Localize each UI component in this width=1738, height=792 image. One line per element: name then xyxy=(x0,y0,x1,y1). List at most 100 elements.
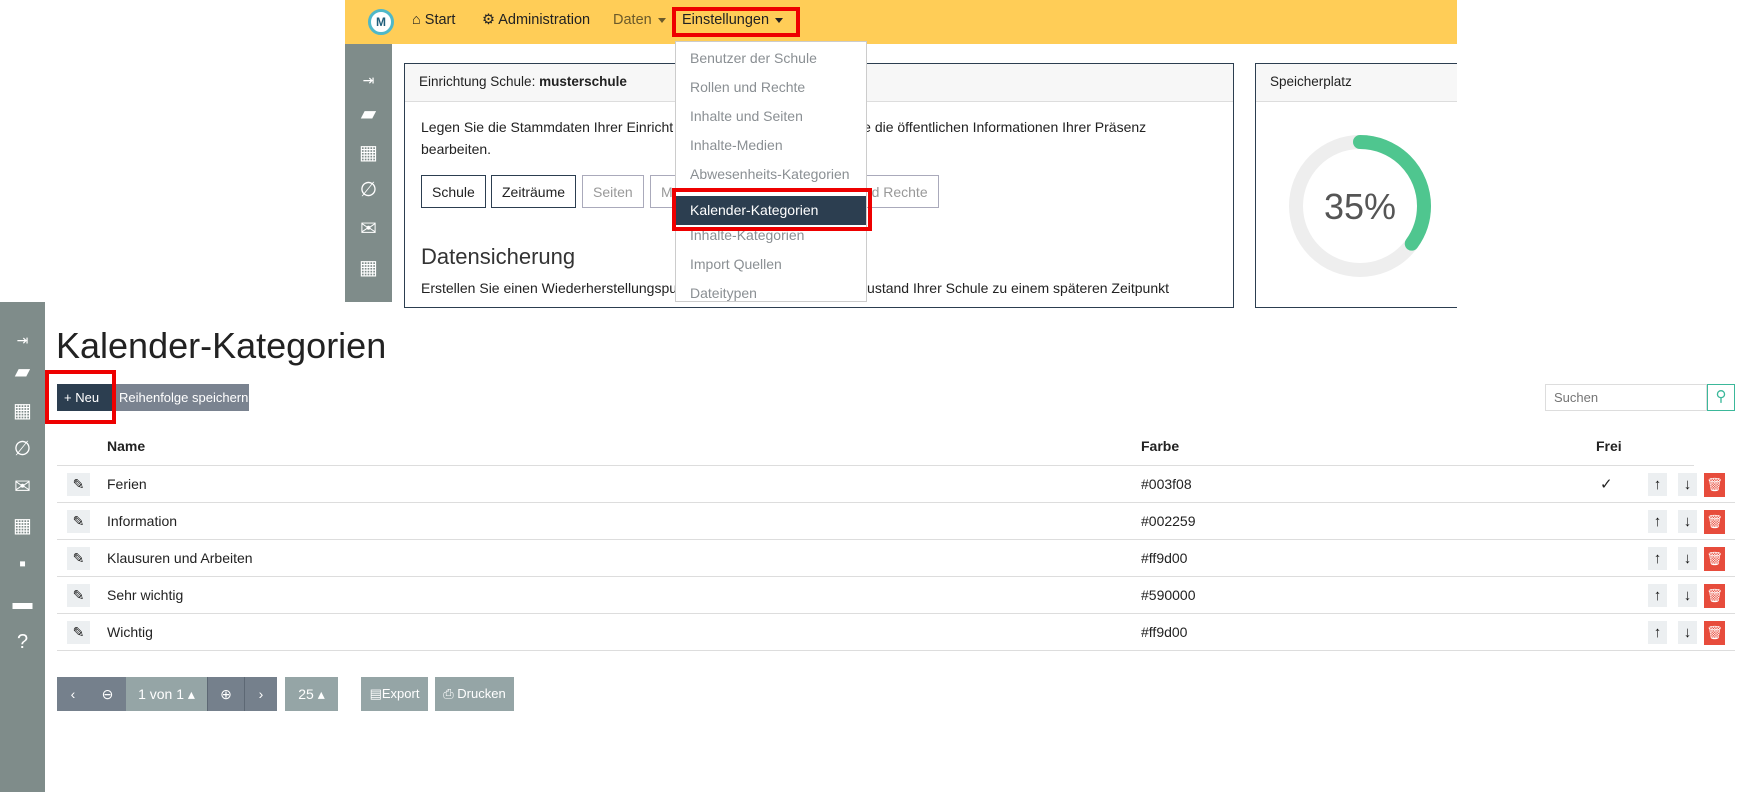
edit-button[interactable]: ✎ xyxy=(67,547,90,570)
pencil-icon: ✎ xyxy=(72,550,85,566)
gear-icon: ⚙ xyxy=(482,12,495,28)
trash-icon: 🗑 xyxy=(1706,625,1723,640)
teacher-icon[interactable]: ▪ xyxy=(0,552,45,576)
page-title: Kalender-Kategorien xyxy=(56,325,387,366)
chevron-left-icon: ‹ xyxy=(70,686,76,702)
nav-einstellungen[interactable]: Einstellungen xyxy=(682,12,784,28)
move-down-button[interactable]: ↓ xyxy=(1678,547,1697,570)
sign-out-icon[interactable]: ⇥ xyxy=(0,328,45,352)
move-down-button[interactable]: ↓ xyxy=(1678,584,1697,607)
dropdown-item[interactable]: Rollen und Rechte xyxy=(676,73,866,102)
teacher-icon[interactable]: ▪ xyxy=(345,294,392,302)
table-row: ✎ Ferien #003f08 ✓ ↑ ↓ 🗑 xyxy=(57,466,1735,503)
edit-button[interactable]: ✎ xyxy=(67,510,90,533)
storage-percent: 35% xyxy=(1324,186,1396,227)
calendar-icon[interactable]: ▦ xyxy=(345,141,392,165)
edit-button[interactable]: ✎ xyxy=(67,621,90,644)
calendar-icon[interactable]: ▦ xyxy=(0,399,45,423)
backup-right: ustand Ihrer Schule zu einem späteren Ze… xyxy=(867,280,1169,296)
person-question-icon[interactable]: ? xyxy=(0,630,45,654)
search-button[interactable]: ⚲ xyxy=(1707,384,1735,411)
column-header-name[interactable]: Name xyxy=(107,438,145,454)
export-button[interactable]: ▤Export xyxy=(361,677,428,711)
tab-seiten[interactable]: Seiten xyxy=(582,175,644,208)
cell-name: Ferien xyxy=(107,476,147,492)
table-row: ✎ Information #002259 ↑ ↓ 🗑 xyxy=(57,503,1735,540)
cell-farbe: #ff9d00 xyxy=(1141,550,1188,566)
tab-zeitraeume[interactable]: Zeiträume xyxy=(491,175,577,208)
column-header-farbe[interactable]: Farbe xyxy=(1141,438,1179,454)
print-icon: ⎙ xyxy=(443,686,454,701)
next-page-button[interactable]: ⊕ xyxy=(207,677,244,711)
move-up-button[interactable]: ↑ xyxy=(1648,621,1667,644)
save-order-button[interactable]: Reihenfolge speichern xyxy=(112,384,249,411)
tab-schule[interactable]: Schule xyxy=(421,175,486,208)
dropdown-item[interactable]: Inhalte-Medien xyxy=(676,131,866,160)
first-page-button[interactable]: ‹ xyxy=(57,677,89,711)
nav-daten[interactable]: Daten xyxy=(613,12,666,28)
arrow-down-icon: ↓ xyxy=(1683,513,1692,530)
envelope-icon[interactable]: ✉ xyxy=(345,217,392,241)
delete-button[interactable]: 🗑 xyxy=(1704,547,1725,571)
edit-button[interactable]: ✎ xyxy=(67,584,90,607)
print-label: Drucken xyxy=(457,686,506,701)
cell-name: Information xyxy=(107,513,178,529)
delete-button[interactable]: 🗑 xyxy=(1704,473,1725,497)
pencil-icon: ✎ xyxy=(72,624,85,640)
search-input[interactable] xyxy=(1545,384,1707,411)
dropdown-item[interactable]: Benutzer der Schule xyxy=(676,44,866,73)
paperclip-icon[interactable]: ∅ xyxy=(0,437,45,461)
move-up-button[interactable]: ↑ xyxy=(1648,473,1667,496)
table-row: ✎ Wichtig #ff9d00 ↑ ↓ 🗑 xyxy=(57,614,1735,651)
envelope-icon[interactable]: ✉ xyxy=(0,475,45,499)
calendar-grid-icon[interactable]: ▦ xyxy=(345,256,392,280)
arrow-down-icon: ↓ xyxy=(1683,476,1692,493)
graduation-cap-icon[interactable]: ▰ xyxy=(345,102,392,126)
page-size-select[interactable]: 25 ▴ xyxy=(285,677,338,711)
new-button[interactable]: + Neu xyxy=(57,384,112,411)
nav-start-label: Start xyxy=(424,12,456,28)
dropdown-item[interactable]: Inhalte und Seiten xyxy=(676,102,866,131)
cell-farbe: #590000 xyxy=(1141,587,1196,603)
arrow-down-icon: ↓ xyxy=(1683,587,1692,604)
dropdown-item[interactable]: Import Quellen xyxy=(676,250,866,279)
storage-title: Speicherplatz xyxy=(1256,64,1457,102)
move-up-button[interactable]: ↑ xyxy=(1648,547,1667,570)
backup-title: Datensicherung xyxy=(421,244,576,269)
prev-page-button[interactable]: ⊖ xyxy=(89,677,126,711)
cell-frei: ✓ xyxy=(1600,476,1613,493)
delete-button[interactable]: 🗑 xyxy=(1704,510,1725,534)
delete-button[interactable]: 🗑 xyxy=(1704,584,1725,608)
move-down-button[interactable]: ↓ xyxy=(1678,621,1697,644)
move-up-button[interactable]: ↑ xyxy=(1648,510,1667,533)
move-down-button[interactable]: ↓ xyxy=(1678,510,1697,533)
dropdown-item[interactable]: Inhalte-Kategorien xyxy=(676,221,866,250)
storage-donut: 35% xyxy=(1289,135,1431,277)
dropdown-item[interactable]: Dateitypen xyxy=(676,279,866,301)
delete-button[interactable]: 🗑 xyxy=(1704,621,1725,645)
pencil-icon: ✎ xyxy=(72,587,85,603)
print-button[interactable]: ⎙ Drucken xyxy=(435,677,514,711)
csv-file-icon: ▤ xyxy=(369,686,382,701)
move-up-button[interactable]: ↑ xyxy=(1648,584,1667,607)
caret-up-icon: ▴ xyxy=(317,686,325,702)
table-row: ✎ Klausuren und Arbeiten #ff9d00 ↑ ↓ 🗑 xyxy=(57,540,1735,577)
nav-administration[interactable]: ⚙ Administration xyxy=(482,12,590,28)
last-page-button[interactable]: › xyxy=(244,677,277,711)
nav-daten-label: Daten xyxy=(613,12,652,28)
page-select[interactable]: 1 von 1 ▴ xyxy=(126,677,207,711)
column-header-frei[interactable]: Frei xyxy=(1596,438,1622,454)
bed-icon[interactable]: ▬ xyxy=(0,591,45,615)
cell-farbe: #002259 xyxy=(1141,513,1196,529)
app-logo[interactable]: M xyxy=(368,9,394,35)
cell-farbe: #003f08 xyxy=(1141,476,1192,492)
nav-start[interactable]: ⌂ Start xyxy=(412,12,455,28)
paperclip-icon[interactable]: ∅ xyxy=(345,178,392,202)
dropdown-item[interactable]: Abwesenheits-Kategorien xyxy=(676,160,866,189)
edit-button[interactable]: ✎ xyxy=(67,473,90,496)
sign-out-icon[interactable]: ⇥ xyxy=(345,68,392,92)
move-down-button[interactable]: ↓ xyxy=(1678,473,1697,496)
calendar-grid-icon[interactable]: ▦ xyxy=(0,514,45,538)
arrow-up-icon: ↑ xyxy=(1653,624,1662,641)
graduation-cap-icon[interactable]: ▰ xyxy=(0,360,45,384)
